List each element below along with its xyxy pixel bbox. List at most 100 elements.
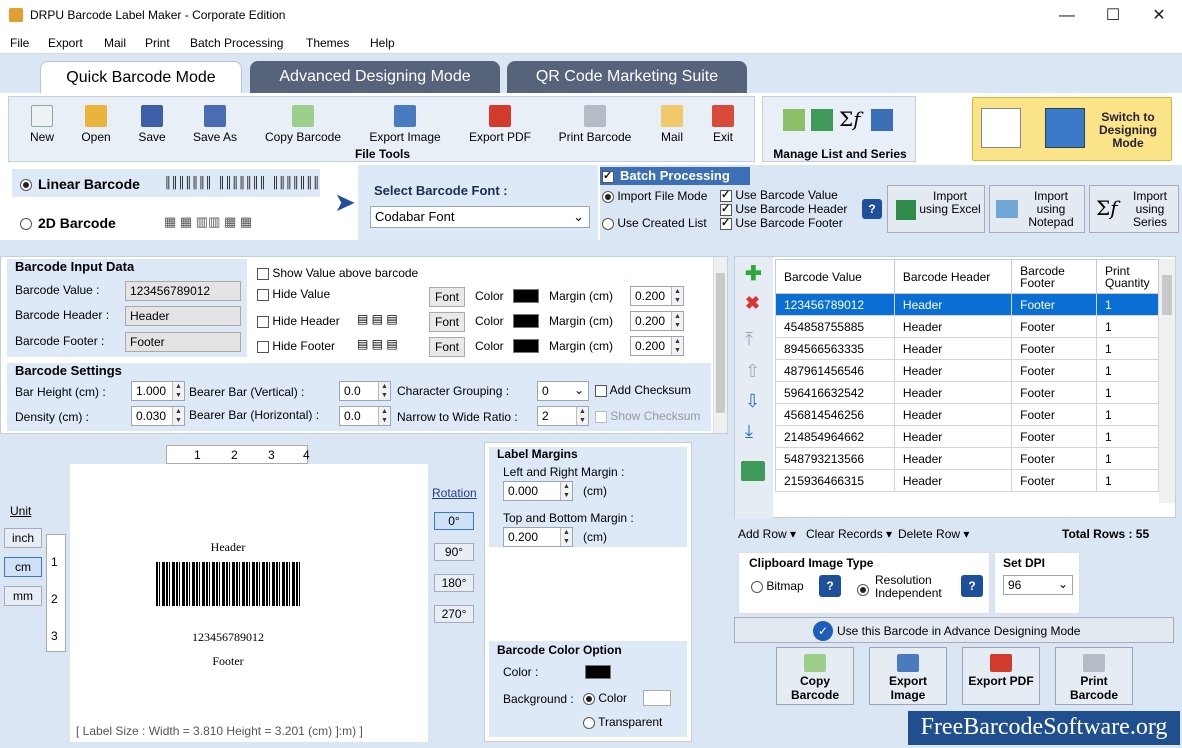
footer-font-button[interactable]: Font <box>429 337 465 357</box>
move-up-icon[interactable]: ⇧ <box>745 361 760 382</box>
print-barcode-bottom-button[interactable]: Print Barcode <box>1055 647 1133 705</box>
unit-cm-button[interactable]: cm <box>4 557 42 577</box>
spin-icon[interactable]: ▲ ▼ <box>172 382 184 400</box>
top-bottom-margin-input[interactable]: 0.200 ▲ ▼ <box>503 527 573 547</box>
export-excel-icon[interactable] <box>741 461 765 481</box>
spin-icon[interactable]: ▲ ▼ <box>172 407 184 425</box>
new-button[interactable]: New <box>21 105 63 144</box>
2d-radio[interactable] <box>20 217 32 230</box>
barcode-footer-input[interactable]: Footer <box>125 332 241 352</box>
bar-height-input[interactable]: 1.000 ▲ ▼ <box>131 381 185 401</box>
minimize-button[interactable]: — <box>1044 0 1090 32</box>
use-value-checkbox[interactable] <box>720 188 732 202</box>
value-color-swatch[interactable] <box>513 289 539 303</box>
save-as-button[interactable]: Save As <box>185 105 245 144</box>
excel-list-icon[interactable] <box>811 109 833 131</box>
use-in-advance-mode-button[interactable]: ✓ Use this Barcode in Advance Designing … <box>734 617 1174 643</box>
character-grouping-select[interactable]: 0 ⌄ <box>537 381 589 401</box>
clear-records-menu[interactable]: Clear Records ▾ <box>806 527 892 541</box>
barcode-color-swatch[interactable] <box>585 665 611 679</box>
data-table[interactable]: Barcode Value Barcode Header Barcode Foo… <box>775 259 1159 492</box>
move-top-icon[interactable]: ⤒ <box>745 329 753 350</box>
rotate-270-button[interactable]: 270° <box>434 605 474 623</box>
column-barcode-value[interactable]: Barcode Value <box>775 259 895 294</box>
copy-barcode-button[interactable]: Copy Barcode <box>261 105 345 144</box>
spin-icon[interactable]: ▲ ▼ <box>576 407 588 425</box>
add-icon[interactable]: ✚ <box>745 261 762 286</box>
spin-icon[interactable]: ▲ ▼ <box>560 528 572 546</box>
table-row[interactable]: 596416632542 Header Footer 1 <box>775 381 1159 404</box>
exit-button[interactable]: Exit <box>707 105 739 144</box>
switch-designing-mode-button[interactable]: Switch to Designing Mode <box>972 97 1172 161</box>
batch-processing-checkbox[interactable] <box>602 169 614 183</box>
add-checksum-checkbox[interactable] <box>595 384 607 397</box>
spin-icon[interactable]: ▲ ▼ <box>671 337 683 355</box>
series-sigma-icon[interactable]: Σ𝑓 <box>839 107 861 131</box>
spin-icon[interactable]: ▲ ▼ <box>671 287 683 305</box>
print-barcode-button[interactable]: Print Barcode <box>553 105 637 144</box>
header-margin-input[interactable]: 0.200 ▲ ▼ <box>630 311 684 331</box>
menu-export[interactable]: Export <box>48 36 83 50</box>
value-margin-input[interactable]: 0.200 ▲ ▼ <box>630 286 684 306</box>
density-input[interactable]: 0.030 ▲ ▼ <box>131 406 185 426</box>
menu-batch-processing[interactable]: Batch Processing <box>190 36 283 50</box>
hide-footer-checkbox[interactable] <box>257 340 269 353</box>
header-font-button[interactable]: Font <box>429 312 465 332</box>
tab-qr-marketing[interactable]: QR Code Marketing Suite <box>507 61 747 94</box>
spin-icon[interactable]: ▲ ▼ <box>378 407 390 425</box>
table-row[interactable]: 487961456546 Header Footer 1 <box>775 359 1159 382</box>
export-image-bottom-button[interactable]: Export Image <box>869 647 947 705</box>
table-row[interactable]: 454858755885 Header Footer 1 <box>775 315 1159 338</box>
rotate-180-button[interactable]: 180° <box>434 574 474 592</box>
copy-barcode-bottom-button[interactable]: Copy Barcode <box>776 647 854 705</box>
bitmap-radio[interactable] <box>751 580 763 593</box>
use-footer-checkbox[interactable] <box>720 216 732 230</box>
linear-radio[interactable] <box>20 178 32 191</box>
swap-icon[interactable] <box>871 109 893 131</box>
barcode-header-input[interactable]: Header <box>125 306 241 326</box>
column-barcode-header[interactable]: Barcode Header <box>893 259 1013 294</box>
help-icon[interactable]: ? <box>862 199 882 219</box>
import-file-mode-radio[interactable] <box>602 190 614 203</box>
table-row[interactable]: 894566563335 Header Footer 1 <box>775 337 1159 360</box>
edit-list-icon[interactable] <box>783 109 805 131</box>
dpi-select[interactable]: 96 ⌄ <box>1003 575 1073 595</box>
header-color-swatch[interactable] <box>513 314 539 328</box>
tab-advanced-designing[interactable]: Advanced Designing Mode <box>250 61 500 94</box>
hide-header-checkbox[interactable] <box>257 315 269 328</box>
background-color-radio[interactable] <box>583 692 595 705</box>
add-row-menu[interactable]: Add Row ▾ <box>738 527 796 541</box>
delete-icon[interactable]: ✖ <box>745 293 760 314</box>
narrow-wide-ratio-input[interactable]: 2 ▲ ▼ <box>537 406 589 426</box>
open-button[interactable]: Open <box>73 105 119 144</box>
table-row[interactable]: 123456789012 Header Footer 1 <box>775 293 1159 316</box>
export-pdf-bottom-button[interactable]: Export PDF <box>962 647 1040 705</box>
footer-margin-input[interactable]: 0.200 ▲ ▼ <box>630 336 684 356</box>
column-barcode-footer[interactable]: Barcode Footer <box>1011 259 1097 294</box>
menu-themes[interactable]: Themes <box>306 36 349 50</box>
hide-value-checkbox[interactable] <box>257 288 269 301</box>
resolution-independent-radio[interactable] <box>857 583 869 596</box>
table-row[interactable]: 548793213566 Header Footer 1 <box>775 447 1159 470</box>
import-excel-button[interactable]: Import using Excel <box>887 185 985 233</box>
spin-icon[interactable]: ▲ ▼ <box>378 382 390 400</box>
bearer-vertical-input[interactable]: 0.0 ▲ ▼ <box>339 381 391 401</box>
export-pdf-button[interactable]: Export PDF <box>465 105 535 144</box>
use-created-list-radio[interactable] <box>602 217 614 230</box>
export-image-button[interactable]: Export Image <box>363 105 447 144</box>
import-notepad-button[interactable]: Import using Notepad <box>989 185 1085 233</box>
unit-inch-button[interactable]: inch <box>4 528 42 548</box>
background-color-swatch[interactable] <box>643 690 671 706</box>
import-series-button[interactable]: Σ𝑓 Import using Series <box>1089 185 1179 233</box>
value-font-button[interactable]: Font <box>429 287 465 307</box>
rotate-0-button[interactable]: 0° <box>434 512 474 530</box>
barcode-value-input[interactable]: 123456789012 <box>125 281 241 301</box>
left-right-margin-input[interactable]: 0.000 ▲ ▼ <box>503 481 573 501</box>
header-align-icons[interactable]: ▤ ▤ ▤ <box>357 312 398 326</box>
unit-mm-button[interactable]: mm <box>4 586 42 606</box>
save-button[interactable]: Save <box>129 105 175 144</box>
column-print-quantity[interactable]: Print Quantity <box>1095 259 1159 294</box>
table-row[interactable]: 456814546256 Header Footer 1 <box>775 403 1159 426</box>
footer-color-swatch[interactable] <box>513 339 539 353</box>
move-bottom-icon[interactable]: ⤓ <box>745 421 753 442</box>
